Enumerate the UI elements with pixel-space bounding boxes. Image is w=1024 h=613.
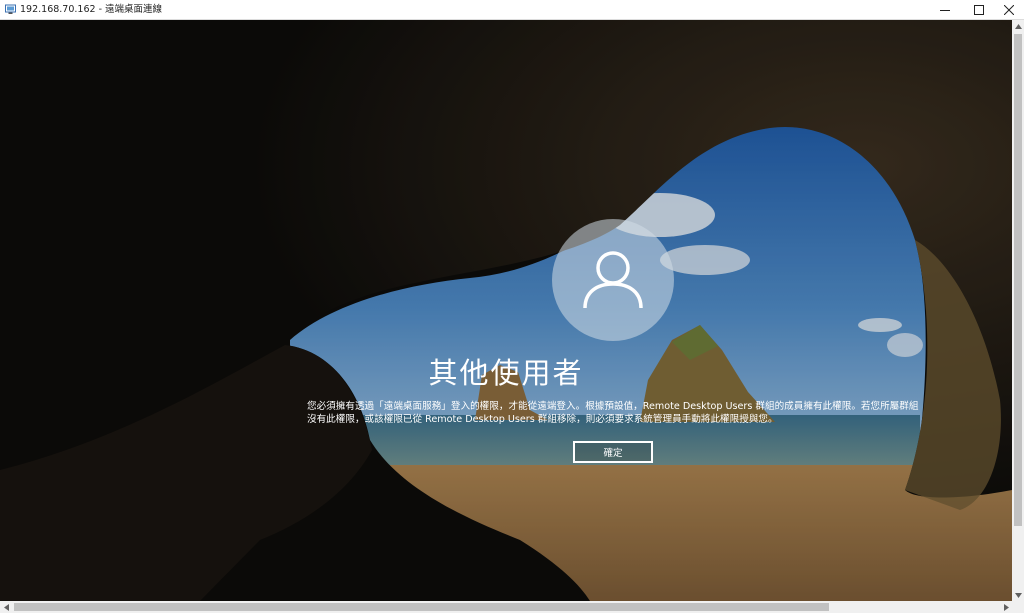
user-icon xyxy=(583,251,643,309)
minimize-icon xyxy=(940,9,950,11)
scrollbar-corner xyxy=(1012,601,1024,613)
lockscreen-background-image xyxy=(0,20,1012,601)
remote-desktop-viewport[interactable]: 其他使用者 您必須擁有透過「遠端桌面服務」登入的權限，才能從遠端登入。根據預設值… xyxy=(0,20,1012,601)
remote-desktop-app-icon xyxy=(5,4,16,14)
minimize-button[interactable] xyxy=(929,0,961,19)
chevron-down-icon xyxy=(1014,592,1022,598)
chevron-left-icon xyxy=(3,603,9,611)
user-name: 其他使用者 xyxy=(428,356,584,390)
chevron-up-icon xyxy=(1014,23,1022,29)
permission-error-message: 您必須擁有透過「遠端桌面服務」登入的權限，才能從遠端登入。根據預設值，Remot… xyxy=(307,401,919,425)
horizontal-scrollbar[interactable] xyxy=(0,601,1012,613)
scroll-down-arrow[interactable] xyxy=(1012,589,1024,601)
ok-button[interactable]: 確定 xyxy=(573,441,653,463)
close-button[interactable] xyxy=(993,0,1024,19)
window-title: 192.168.70.162 - 遠端桌面連線 xyxy=(20,4,163,15)
user-avatar xyxy=(552,219,674,341)
scroll-right-arrow[interactable] xyxy=(1000,601,1012,613)
vertical-scrollbar[interactable] xyxy=(1012,20,1024,601)
chevron-right-icon xyxy=(1003,603,1009,611)
maximize-icon xyxy=(974,4,984,15)
vertical-scroll-thumb[interactable] xyxy=(1014,34,1022,526)
horizontal-scroll-thumb[interactable] xyxy=(14,603,829,611)
close-icon xyxy=(1004,4,1014,15)
maximize-button[interactable] xyxy=(963,0,995,19)
scroll-left-arrow[interactable] xyxy=(0,601,12,613)
scroll-up-arrow[interactable] xyxy=(1012,20,1024,32)
title-bar: 192.168.70.162 - 遠端桌面連線 xyxy=(0,0,1024,20)
